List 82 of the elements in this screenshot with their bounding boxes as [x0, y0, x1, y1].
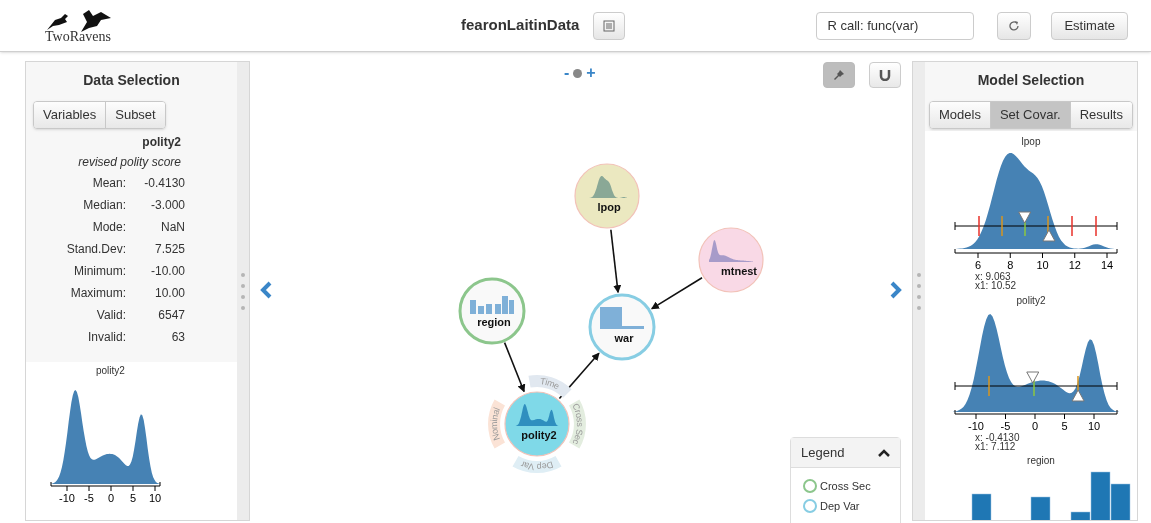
- slider-reading: x1: 10.52: [975, 281, 1018, 290]
- refresh-icon: [1008, 19, 1021, 32]
- edge-arrow: [503, 341, 526, 393]
- chart-title: polity2: [1016, 294, 1046, 308]
- tick-label: 6: [974, 259, 982, 271]
- chart-title: region: [1026, 454, 1055, 468]
- estimate-button[interactable]: Estimate: [1051, 11, 1128, 40]
- stat-label: Stand.Dev:: [65, 242, 126, 257]
- stat-label: Valid:: [95, 308, 126, 323]
- slider-reading: x: -0.4130: [975, 433, 1021, 442]
- stat-value: -0.4130: [143, 176, 186, 191]
- tick-label: 10: [1036, 259, 1049, 271]
- tab[interactable]: Variables: [34, 102, 106, 128]
- node-label: polity2: [521, 429, 557, 441]
- stat-value: -10.00: [149, 264, 186, 279]
- chevron-left-icon[interactable]: [259, 281, 273, 299]
- dataset-title: fearonLaitinData: [461, 15, 580, 36]
- pin-icon: [833, 69, 845, 81]
- zoom-indicator-icon: [573, 68, 583, 78]
- range-slider[interactable]: [954, 211, 1118, 242]
- tick-label: 10: [1087, 420, 1101, 432]
- slider-reading: x1: 7.112: [975, 442, 1016, 451]
- stat-label: Mode:: [91, 220, 126, 235]
- logo-text: TwoRavens: [45, 29, 112, 44]
- r-call-field[interactable]: R call: func(var): [816, 11, 975, 40]
- tab[interactable]: Set Covar.: [989, 102, 1070, 128]
- tick-label: 5: [129, 492, 137, 504]
- node-label: region: [477, 316, 511, 328]
- slider-reading: x: 9.063: [975, 272, 1012, 281]
- panel-title: Data Selection: [82, 71, 181, 90]
- resize-handle[interactable]: [913, 62, 925, 520]
- tick-label: -5: [84, 492, 94, 504]
- resize-handle[interactable]: [237, 62, 249, 520]
- stat-value: NaN: [160, 220, 186, 235]
- tick-label: 0: [107, 492, 115, 504]
- chart-title: lpop: [1021, 135, 1041, 149]
- tick-label: -10: [59, 492, 75, 504]
- refresh-button[interactable]: [997, 11, 1032, 40]
- legend-label: Dep Var: [820, 498, 860, 514]
- panel-title: Model Selection: [976, 71, 1086, 90]
- stat-label: Maximum:: [69, 286, 126, 301]
- tick-label: -10: [968, 420, 984, 432]
- node-label: war: [614, 332, 634, 344]
- edge-arrow: [610, 229, 622, 294]
- tick-label: 0: [1031, 420, 1039, 432]
- stat-label: Invalid:: [86, 330, 126, 345]
- tab[interactable]: Results: [1069, 102, 1132, 128]
- magnet-icon: [879, 69, 891, 81]
- variable-node[interactable]: [698, 227, 764, 293]
- variable-node[interactable]: [574, 163, 640, 229]
- zoom-out-button[interactable]: -: [564, 65, 570, 81]
- list-icon: [603, 19, 616, 32]
- legend-title: Legend: [801, 443, 845, 462]
- tick-label: -5: [1000, 420, 1011, 432]
- node-label: mtnest: [720, 265, 758, 277]
- stat-label: Mean:: [91, 176, 126, 191]
- zoom-in-button[interactable]: +: [586, 65, 596, 81]
- tab[interactable]: Subset: [105, 102, 165, 128]
- tick-label: 14: [1100, 259, 1114, 271]
- stat-value: 63: [170, 330, 186, 345]
- variable-name: polity2: [142, 134, 181, 151]
- stat-label: Minimum:: [73, 264, 126, 279]
- tick-label: 8: [1007, 259, 1014, 271]
- stat-value: 10.00: [153, 286, 186, 301]
- node-label: lpop: [597, 201, 621, 213]
- tick-label: 10: [148, 492, 162, 504]
- stat-label: Median:: [82, 198, 126, 213]
- tab[interactable]: Models: [930, 102, 990, 128]
- edge-arrow: [650, 277, 703, 310]
- chevron-right-icon[interactable]: [889, 281, 903, 299]
- stat-value: 6547: [157, 308, 186, 323]
- range-slider[interactable]: [954, 371, 1118, 402]
- stat-value: -3.000: [149, 198, 186, 213]
- chart-title: polity2: [96, 364, 125, 378]
- variable-description: revised polity score: [78, 154, 181, 171]
- pin-button[interactable]: [823, 62, 855, 88]
- tick-label: 12: [1068, 259, 1081, 271]
- magnet-button[interactable]: [869, 62, 901, 88]
- legend-label: Cross Sec: [820, 479, 871, 494]
- chevron-up-icon[interactable]: [878, 448, 890, 457]
- tick-label: 5: [1061, 420, 1068, 432]
- stat-value: 7.525: [153, 242, 186, 257]
